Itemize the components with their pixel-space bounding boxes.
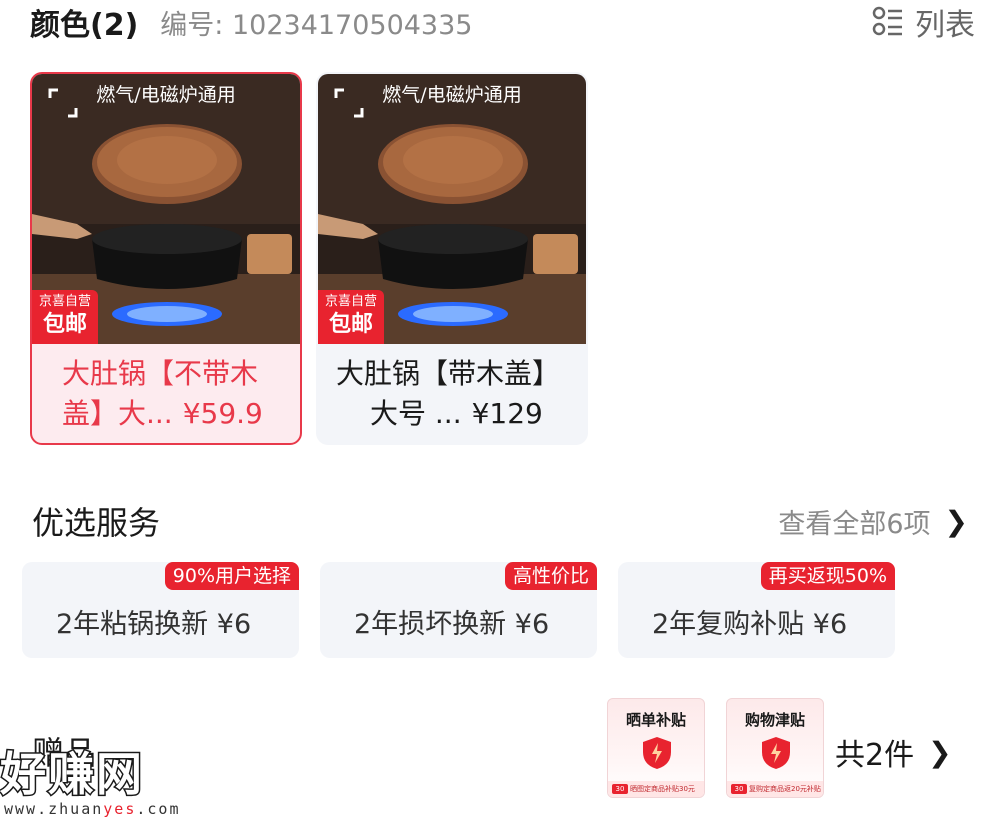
self-operated-label: 京喜自营	[38, 294, 91, 309]
service-label: 2年粘锅换新 ¥6	[56, 609, 252, 640]
product-price: ¥129	[471, 397, 543, 430]
chevron-right-icon: ❯	[944, 505, 968, 538]
gift-note: 晒图定商品补贴30元	[630, 785, 695, 793]
color-option-card[interactable]: 燃气/电磁炉通用 京喜自营 包邮 大肚锅【不带木 盖】大... ¥59.9	[30, 72, 302, 445]
service-label: 2年复购补贴 ¥6	[652, 609, 848, 640]
free-shipping-label: 包邮	[328, 312, 373, 337]
sku-number: 编号: 10234170504335	[160, 9, 473, 41]
gift-title: 晒单补贴	[625, 711, 686, 729]
color-options: 燃气/电磁炉通用 京喜自营 包邮 大肚锅【不带木 盖】大... ¥59.9 燃气…	[30, 72, 588, 445]
shipping-badge: 京喜自营 包邮	[318, 290, 384, 344]
service-tag: 再买返现50%	[760, 562, 895, 590]
service-option[interactable]: 再买返现50% 2年复购补贴 ¥6	[618, 562, 895, 658]
product-name-line1: 大肚锅【不带木	[62, 357, 259, 390]
gift-count-link[interactable]: 共2件 ❯	[835, 730, 952, 774]
free-shipping-label: 包邮	[42, 312, 87, 337]
service-tag: 高性价比	[504, 562, 597, 590]
product-name-line1: 大肚锅【带木盖】	[336, 357, 561, 390]
list-view-icon	[872, 6, 902, 36]
expand-icon[interactable]	[48, 88, 78, 118]
gift-item[interactable]: 购物津贴 30 复购定商品返20元补贴	[726, 698, 824, 798]
product-image: 燃气/电磁炉通用 京喜自营 包邮	[32, 74, 300, 344]
gift-footer: 30 复购定商品返20元补贴	[727, 781, 823, 797]
gift-item[interactable]: 晒单补贴 30 晒图定商品补贴30元	[607, 698, 705, 798]
watermark-url-suffix: .com	[136, 800, 181, 818]
list-view-toggle[interactable]: 列表	[871, 0, 975, 44]
expand-icon[interactable]	[334, 88, 364, 118]
product-name-line2: 大号 ...	[370, 397, 462, 430]
list-view-label: 列表	[915, 8, 975, 43]
gift-amount: 30	[731, 784, 747, 794]
product-image: 燃气/电磁炉通用 京喜自营 包邮	[318, 74, 586, 344]
chevron-right-icon: ❯	[928, 735, 952, 769]
gift-note: 复购定商品返20元补贴	[749, 785, 821, 793]
shipping-badge: 京喜自营 包邮	[32, 290, 98, 344]
gift-amount: 30	[612, 784, 628, 794]
service-label: 2年损坏换新 ¥6	[354, 609, 550, 640]
color-header: 颜色(2) 编号: 10234170504335 列表	[30, 0, 975, 44]
service-tag: 90%用户选择	[164, 562, 299, 590]
view-all-services-link[interactable]: 查看全部6项 ❯	[778, 502, 968, 541]
gift-thumbnails: 晒单补贴 30 晒图定商品补贴30元 购物津贴 30 复购定商品返20元补贴	[607, 698, 824, 798]
gift-count-label: 共2件	[835, 738, 915, 773]
self-operated-label: 京喜自营	[324, 294, 377, 309]
product-name-line2: 盖】大...	[62, 397, 173, 430]
shield-icon	[762, 737, 790, 769]
product-name: 大肚锅【带木盖】 大号 ... ¥129	[318, 344, 586, 434]
view-all-label: 查看全部6项	[778, 509, 931, 540]
shield-icon	[643, 737, 671, 769]
services-title: 优选服务	[32, 504, 161, 542]
gift-title: 购物津贴	[744, 711, 805, 729]
watermark-logo: 好赚网	[0, 746, 144, 803]
service-option[interactable]: 90%用户选择 2年粘锅换新 ¥6	[22, 562, 299, 658]
product-name: 大肚锅【不带木 盖】大... ¥59.9	[32, 344, 300, 434]
service-options: 90%用户选择 2年粘锅换新 ¥6 高性价比 2年损坏换新 ¥6 再买返现50%…	[22, 562, 895, 658]
watermark-url: www.zhuanyes.com	[4, 800, 200, 818]
service-option[interactable]: 高性价比 2年损坏换新 ¥6	[320, 562, 597, 658]
color-section-title: 颜色(2)	[30, 8, 139, 43]
color-option-card[interactable]: 燃气/电磁炉通用 京喜自营 包邮 大肚锅【带木盖】 大号 ... ¥129	[316, 72, 588, 445]
watermark-url-prefix: www.zhuan	[4, 800, 104, 818]
gift-footer: 30 晒图定商品补贴30元	[608, 781, 704, 797]
watermark: 好赚网 www.zhuanyes.com	[0, 738, 200, 819]
product-price: ¥59.9	[182, 397, 263, 430]
watermark-url-highlight: yes	[103, 800, 137, 818]
